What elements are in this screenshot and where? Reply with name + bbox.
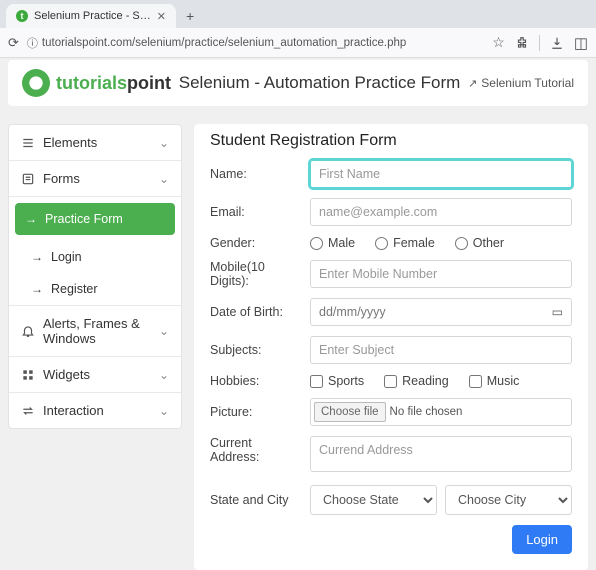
arrow-right-icon: → xyxy=(25,212,37,226)
logo-icon xyxy=(22,69,50,97)
dob-input[interactable]: dd/mm/yyyy ▭ xyxy=(310,298,572,326)
calendar-icon[interactable]: ▭ xyxy=(552,305,563,319)
reader-icon[interactable]: ◫ xyxy=(574,34,588,52)
picture-label: Picture: xyxy=(210,405,300,419)
sidebar-subitem-practice-form[interactable]: → Practice Form xyxy=(15,203,175,235)
arrow-right-icon: → xyxy=(31,250,43,264)
state-city-label: State and City xyxy=(210,493,300,507)
city-select[interactable]: Choose City xyxy=(445,485,572,515)
sidebar-item-forms[interactable]: Forms ⌄ xyxy=(9,161,181,197)
email-label: Email: xyxy=(210,205,300,219)
browser-tab[interactable]: t Selenium Practice - Student ✕ xyxy=(6,4,176,28)
gender-other-radio[interactable] xyxy=(455,237,468,250)
sidebar-subitem-login[interactable]: → Login xyxy=(9,241,181,273)
mobile-label: Mobile(10 Digits): xyxy=(210,260,300,288)
gender-other-option[interactable]: Other xyxy=(455,236,504,250)
dob-label: Date of Birth: xyxy=(210,305,300,319)
hobby-music-option[interactable]: Music xyxy=(469,374,520,388)
separator xyxy=(539,35,540,51)
brand-text: tutorialspoint xyxy=(56,73,171,94)
sidebar: Elements ⌄ Forms ⌄ → Practice Form xyxy=(8,124,182,429)
sidebar-item-elements[interactable]: Elements ⌄ xyxy=(9,125,181,161)
grid-icon xyxy=(21,368,35,382)
tab-title: Selenium Practice - Student xyxy=(34,10,151,22)
picture-file-input[interactable]: Choose file No file chosen xyxy=(310,398,572,426)
hobby-reading-option[interactable]: Reading xyxy=(384,374,449,388)
extensions-icon[interactable] xyxy=(515,36,529,50)
sidebar-subitem-register[interactable]: → Register xyxy=(9,273,181,305)
hobby-reading-checkbox[interactable] xyxy=(384,375,397,388)
selenium-tutorial-link[interactable]: ↗ Selenium Tutorial xyxy=(468,76,574,90)
chevron-down-icon: ⌄ xyxy=(159,368,169,382)
reload-icon[interactable]: ⟳ xyxy=(8,35,19,51)
site-info-icon[interactable]: ⓘ xyxy=(27,35,38,51)
chevron-down-icon: ⌄ xyxy=(159,404,169,418)
sidebar-item-interaction[interactable]: Interaction ⌄ xyxy=(9,393,181,428)
sidebar-item-alerts[interactable]: Alerts, Frames & Windows ⌄ xyxy=(9,306,181,357)
favicon-icon: t xyxy=(16,10,28,22)
bell-icon xyxy=(21,324,35,338)
hobby-sports-option[interactable]: Sports xyxy=(310,374,364,388)
email-input[interactable] xyxy=(310,198,572,226)
sidebar-item-widgets[interactable]: Widgets ⌄ xyxy=(9,357,181,393)
page-title: Selenium - Automation Practice Form xyxy=(179,73,461,93)
bookmark-icon[interactable]: ☆ xyxy=(492,34,505,51)
arrow-right-icon: → xyxy=(31,282,43,296)
hobby-music-checkbox[interactable] xyxy=(469,375,482,388)
form-heading: Student Registration Form xyxy=(210,132,572,150)
menu-icon xyxy=(21,136,35,150)
choose-file-button[interactable]: Choose file xyxy=(314,402,386,422)
form-icon xyxy=(21,172,35,186)
gender-label: Gender: xyxy=(210,236,300,250)
hobbies-label: Hobbies: xyxy=(210,374,300,388)
gender-female-option[interactable]: Female xyxy=(375,236,435,250)
chevron-down-icon: ⌄ xyxy=(159,324,169,338)
address-label: Current Address: xyxy=(210,436,300,464)
address-textarea[interactable] xyxy=(310,436,572,472)
url-text: tutorialspoint.com/selenium/practice/sel… xyxy=(42,37,406,49)
swap-icon xyxy=(21,404,35,418)
new-tab-button[interactable]: + xyxy=(182,8,198,24)
gender-female-radio[interactable] xyxy=(375,237,388,250)
address-bar[interactable]: ⓘ tutorialspoint.com/selenium/practice/s… xyxy=(27,35,484,51)
subjects-input[interactable] xyxy=(310,336,572,364)
close-icon[interactable]: ✕ xyxy=(157,10,166,23)
form-card: Student Registration Form Name: Email: G… xyxy=(194,124,588,570)
brand-logo-group[interactable]: tutorialspoint xyxy=(22,69,171,97)
download-icon[interactable] xyxy=(550,36,564,50)
chevron-down-icon: ⌄ xyxy=(159,172,169,186)
name-label: Name: xyxy=(210,167,300,181)
first-name-input[interactable] xyxy=(310,160,572,188)
mobile-input[interactable] xyxy=(310,260,572,288)
subjects-label: Subjects: xyxy=(210,343,300,357)
login-button[interactable]: Login xyxy=(512,525,572,554)
external-link-icon: ↗ xyxy=(468,77,477,90)
hobby-sports-checkbox[interactable] xyxy=(310,375,323,388)
gender-male-option[interactable]: Male xyxy=(310,236,355,250)
state-select[interactable]: Choose State xyxy=(310,485,437,515)
chevron-down-icon: ⌄ xyxy=(159,136,169,150)
file-status-text: No file chosen xyxy=(386,406,463,418)
gender-male-radio[interactable] xyxy=(310,237,323,250)
